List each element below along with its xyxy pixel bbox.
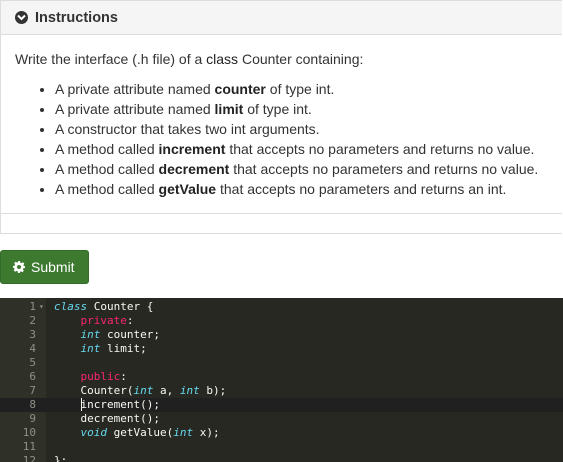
code-line[interactable]: 9 decrement(); bbox=[0, 412, 563, 426]
code-text: int counter; bbox=[80, 328, 160, 341]
code-line[interactable]: 7 Counter(int a, int b); bbox=[0, 384, 563, 398]
code-line[interactable]: 12}; bbox=[0, 454, 563, 462]
line-number: 6 bbox=[29, 370, 36, 383]
panel-footer bbox=[1, 213, 562, 214]
line-number: 4 bbox=[29, 342, 36, 355]
code-line[interactable]: 1 ▾ class Counter { bbox=[0, 300, 563, 314]
code-editor[interactable]: 1 ▾ class Counter {2 private: 3 int counter… bbox=[0, 298, 563, 462]
instructions-panel: Instructions Write the interface (.h fil… bbox=[0, 0, 562, 234]
panel-title: Instructions bbox=[35, 9, 118, 26]
line-number: 3 bbox=[29, 328, 36, 341]
code-line[interactable]: 10 void getValue(int x); bbox=[0, 426, 563, 440]
submit-label: Submit bbox=[31, 259, 75, 275]
code-text: increment(); bbox=[54, 398, 160, 411]
code-text: void getValue(int x); bbox=[80, 426, 220, 439]
requirement-item: A method called increment that accepts n… bbox=[55, 139, 562, 159]
code-text: }; bbox=[54, 454, 68, 462]
code-text: decrement(); bbox=[54, 412, 160, 425]
line-number: 5 bbox=[29, 356, 36, 369]
code-text: private: bbox=[80, 314, 134, 327]
code-line[interactable]: 8 increment(); bbox=[0, 398, 563, 412]
line-number: 10 bbox=[22, 426, 36, 439]
line-number: 12 bbox=[22, 454, 36, 462]
line-number: 8 bbox=[29, 398, 36, 411]
requirement-item: A method called decrement that accepts n… bbox=[55, 159, 562, 179]
line-number: 7 bbox=[29, 384, 36, 397]
requirements-list: A private attribute named counter of typ… bbox=[15, 79, 562, 199]
line-number: 9 bbox=[29, 412, 36, 425]
code-text: class Counter { bbox=[54, 300, 154, 313]
instructions-body: Write the interface (.h file) of a class… bbox=[1, 35, 562, 199]
requirement-item: A private attribute named limit of type … bbox=[55, 99, 562, 119]
instructions-header[interactable]: Instructions bbox=[1, 1, 562, 35]
line-number: 2 bbox=[29, 314, 36, 327]
code-line[interactable]: 5 bbox=[0, 356, 563, 370]
submit-button[interactable]: Submit bbox=[0, 250, 89, 284]
text-cursor bbox=[81, 398, 82, 411]
chevron-down-icon[interactable] bbox=[15, 11, 28, 24]
line-number: 11 bbox=[22, 440, 36, 453]
code-line[interactable]: 4 int limit; bbox=[0, 342, 563, 356]
line-number: 1 bbox=[29, 300, 36, 313]
requirement-item: A constructor that takes two int argumen… bbox=[55, 119, 562, 139]
code-line[interactable]: 2 private: bbox=[0, 314, 563, 328]
code-text: int limit; bbox=[80, 342, 147, 355]
code-text: Counter(int a, int b); bbox=[54, 384, 227, 397]
gear-icon bbox=[13, 261, 25, 273]
code-line[interactable]: 6 public: bbox=[0, 370, 563, 384]
code-line[interactable]: 11 bbox=[0, 440, 563, 454]
requirement-item: A method called getValue that accepts no… bbox=[55, 179, 562, 199]
code-text: public: bbox=[80, 370, 127, 383]
instructions-intro: Write the interface (.h file) of a class… bbox=[15, 51, 364, 67]
code-line[interactable]: 3 int counter; bbox=[0, 328, 563, 342]
fold-toggle-icon[interactable]: ▾ bbox=[39, 300, 44, 314]
requirement-item: A private attribute named counter of typ… bbox=[55, 79, 562, 99]
